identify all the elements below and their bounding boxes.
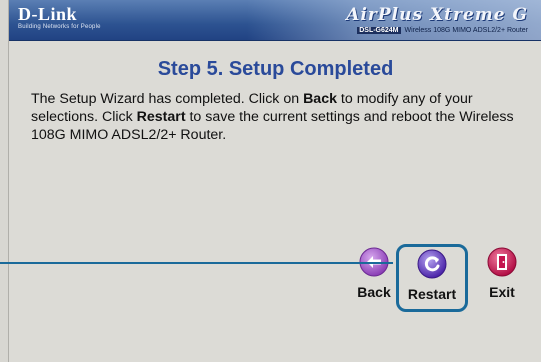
restart-keyword: Restart (136, 109, 186, 125)
dlink-logo: D-Link Building Networks for People (18, 4, 101, 30)
back-keyword: Back (303, 91, 337, 107)
model-line: DSL-G624M Wireless 108G MIMO ADSL2/2+ Ro… (357, 26, 528, 36)
back-button[interactable]: Back (354, 247, 394, 300)
restart-icon (417, 249, 447, 279)
model-description: Wireless 108G MIMO ADSL2/2+ Router (404, 27, 528, 34)
product-brand-area: AirPlus Xtreme G DSL-G624M Wireless 108G… (247, 0, 541, 40)
restart-button[interactable]: Restart (396, 244, 468, 312)
restart-label: Restart (407, 286, 457, 302)
exit-button[interactable]: Exit (479, 247, 525, 300)
product-brand: AirPlus Xtreme G (346, 5, 528, 25)
setup-wizard-window: D-Link Building Networks for People AirP… (8, 0, 541, 362)
exit-door-icon (487, 247, 517, 277)
page-title: Step 5. Setup Completed (157, 58, 394, 80)
header-banner: D-Link Building Networks for People AirP… (9, 0, 541, 41)
model-badge: DSL-G624M (357, 27, 401, 34)
wizard-description: The Setup Wizard has completed. Click on… (31, 91, 514, 143)
back-label: Back (357, 284, 391, 300)
callout-pointer-line (0, 262, 393, 264)
exit-label: Exit (489, 284, 515, 300)
